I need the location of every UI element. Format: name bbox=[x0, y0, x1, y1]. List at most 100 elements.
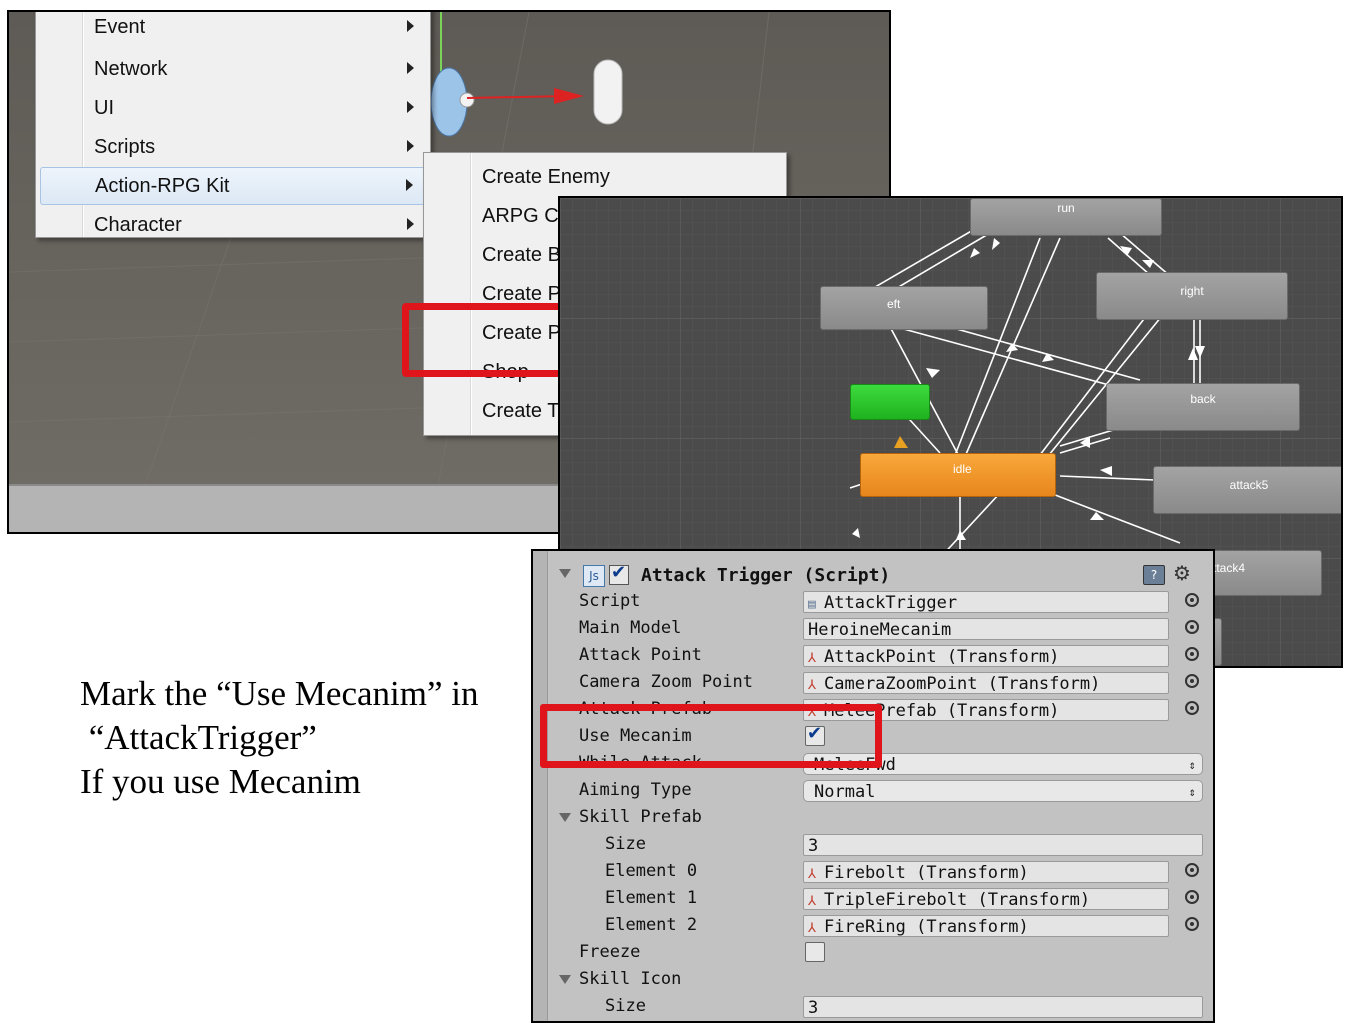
object-picker-icon[interactable] bbox=[1185, 701, 1199, 715]
skill-icon-size-field[interactable]: 3 bbox=[803, 996, 1203, 1018]
foldout-triangle-icon[interactable] bbox=[559, 975, 571, 984]
row-skill-prefab[interactable]: Skill Prefab bbox=[533, 805, 1213, 832]
state-node-back[interactable]: back bbox=[1106, 383, 1300, 431]
transform-icon: ⅄ bbox=[808, 894, 816, 909]
camera-zoom-point-field[interactable]: ⅄ CameraZoomPoint (Transform) bbox=[803, 672, 1169, 694]
row-camera-zoom-point: Camera Zoom Point ⅄ CameraZoomPoint (Tran… bbox=[533, 670, 1213, 697]
row-element-0: Element 0 ⅄ Firebolt (Transform) bbox=[533, 859, 1213, 886]
state-node-left[interactable]: eft bbox=[820, 286, 988, 330]
submenu-arrow-icon bbox=[407, 101, 414, 113]
field-label: Size bbox=[605, 834, 646, 854]
state-label: back bbox=[1190, 392, 1216, 406]
field-value: 3 bbox=[808, 998, 819, 1018]
element-2-field[interactable]: ⅄ FireRing (Transform) bbox=[803, 915, 1169, 937]
help-book-icon[interactable]: ? bbox=[1143, 565, 1165, 585]
menu-item-label: Scripts bbox=[94, 136, 156, 158]
object-picker-icon[interactable] bbox=[1185, 917, 1199, 931]
element-0-field[interactable]: ⅄ Firebolt (Transform) bbox=[803, 861, 1169, 883]
caption-line-2: “AttackTrigger” bbox=[80, 718, 317, 757]
object-picker-icon[interactable] bbox=[1185, 863, 1199, 877]
gear-icon[interactable]: ⚙ bbox=[1173, 561, 1191, 585]
row-skill-icon-size: Size 3 bbox=[533, 994, 1213, 1021]
row-attack-point: Attack Point ⅄ AttackPoint (Transform) bbox=[533, 643, 1213, 670]
object-picker-icon[interactable] bbox=[1185, 647, 1199, 661]
state-node-attack5[interactable]: attack5 bbox=[1153, 466, 1341, 514]
state-node-idle[interactable]: idle bbox=[860, 453, 1056, 497]
field-value: CameraZoomPoint (Transform) bbox=[824, 674, 1101, 694]
field-label: Main Model bbox=[579, 618, 682, 638]
element-1-field[interactable]: ⅄ TripleFirebolt (Transform) bbox=[803, 888, 1169, 910]
field-label: Skill Icon bbox=[579, 969, 682, 989]
skill-prefab-size-field[interactable]: 3 bbox=[803, 834, 1203, 856]
transform-icon: ⅄ bbox=[808, 921, 816, 936]
main-model-field[interactable]: HeroineMecanim bbox=[803, 618, 1169, 640]
dropdown-arrows-icon: ⇕ bbox=[1188, 758, 1196, 772]
menu-item-ui[interactable]: UI bbox=[40, 90, 426, 126]
field-value: HeroineMecanim bbox=[808, 620, 952, 640]
state-label: idle bbox=[953, 462, 972, 476]
submenu-item-label: Create Enemy bbox=[482, 166, 610, 188]
field-label: Camera Zoom Point bbox=[579, 672, 753, 692]
state-node-entry[interactable] bbox=[850, 384, 930, 420]
submenu-arrow-icon bbox=[407, 20, 414, 32]
row-script: Script ▤ AttackTrigger bbox=[533, 589, 1213, 616]
object-picker-icon[interactable] bbox=[1185, 674, 1199, 688]
js-script-icon: Js bbox=[583, 565, 605, 587]
submenu-arrow-icon bbox=[407, 218, 414, 230]
field-label: Freeze bbox=[579, 942, 641, 962]
state-label: run bbox=[1057, 201, 1075, 215]
transform-icon: ⅄ bbox=[808, 651, 816, 666]
state-label: eft bbox=[887, 297, 901, 311]
menu-item-scripts[interactable]: Scripts bbox=[40, 129, 426, 165]
field-value: FireRing (Transform) bbox=[824, 917, 1029, 937]
field-value: AttackTrigger bbox=[824, 593, 958, 613]
menu-item-label: UI bbox=[94, 97, 114, 119]
field-label: Element 2 bbox=[605, 915, 698, 935]
field-label: Skill Prefab bbox=[579, 807, 702, 827]
capsule-object-icon bbox=[593, 59, 623, 125]
object-picker-icon[interactable] bbox=[1185, 593, 1199, 607]
state-label: ttack4 bbox=[1213, 561, 1246, 575]
field-value: Firebolt (Transform) bbox=[824, 863, 1029, 883]
submenu-item-create-enemy[interactable]: Create Enemy bbox=[428, 159, 782, 195]
transform-icon: ⅄ bbox=[808, 867, 816, 882]
field-label: Attack Point bbox=[579, 645, 702, 665]
component-header[interactable]: Js ✔ Attack Trigger (Script) ? ⚙ bbox=[547, 561, 1213, 591]
object-picker-icon[interactable] bbox=[1185, 620, 1199, 634]
freeze-checkbox[interactable] bbox=[805, 942, 825, 962]
aiming-type-dropdown[interactable]: Normal ⇕ bbox=[803, 780, 1203, 802]
row-aiming-type: Aiming Type Normal ⇕ bbox=[533, 778, 1213, 805]
component-enabled-checkbox[interactable]: ✔ bbox=[609, 562, 629, 585]
field-value: TripleFirebolt (Transform) bbox=[824, 890, 1091, 910]
component-title: Attack Trigger (Script) bbox=[641, 565, 891, 586]
attack-point-field[interactable]: ⅄ AttackPoint (Transform) bbox=[803, 645, 1169, 667]
menu-item-label: Character bbox=[94, 214, 182, 236]
menu-item-label: Event bbox=[94, 16, 146, 38]
menu-item-character[interactable]: Character bbox=[40, 207, 426, 243]
menu-item-network[interactable]: Network bbox=[40, 51, 426, 87]
submenu-arrow-icon bbox=[407, 62, 414, 74]
object-picker-icon[interactable] bbox=[1185, 890, 1199, 904]
field-label: Element 1 bbox=[605, 888, 698, 908]
menu-item-event[interactable]: Event bbox=[40, 12, 426, 45]
state-label: attack5 bbox=[1229, 478, 1269, 492]
field-label: Size bbox=[605, 996, 646, 1016]
transform-icon: ⅄ bbox=[808, 678, 816, 693]
foldout-triangle-icon[interactable] bbox=[559, 813, 571, 822]
menu-item-action-rpg-kit[interactable]: Action-RPG Kit bbox=[40, 167, 426, 205]
field-value: 3 bbox=[808, 836, 819, 856]
checkmark-icon: ✔ bbox=[611, 562, 627, 583]
script-file-icon: ▤ bbox=[808, 597, 816, 612]
camera-gizmo-icon bbox=[430, 67, 475, 137]
row-element-1: Element 1 ⅄ TripleFirebolt (Transform) bbox=[533, 886, 1213, 913]
caption-line-3: If you use Mecanim bbox=[80, 762, 361, 801]
field-label: Aiming Type bbox=[579, 780, 692, 800]
row-freeze: Freeze bbox=[533, 940, 1213, 967]
state-node-right[interactable]: right bbox=[1096, 272, 1288, 320]
script-field[interactable]: ▤ AttackTrigger bbox=[803, 591, 1169, 613]
field-label: Element 0 bbox=[605, 861, 698, 881]
foldout-triangle-icon[interactable] bbox=[559, 569, 571, 578]
submenu-arrow-icon bbox=[406, 179, 413, 191]
state-node-run[interactable]: run bbox=[970, 198, 1162, 236]
row-skill-icon[interactable]: Skill Icon bbox=[533, 967, 1213, 994]
